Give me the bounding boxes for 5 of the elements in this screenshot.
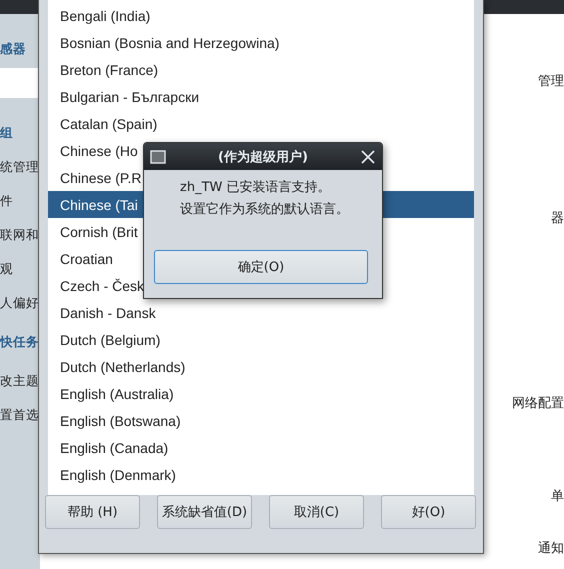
sidebar-heading: 组 <box>0 124 13 142</box>
sidebar-title: 感器 <box>0 41 27 58</box>
message-text: 设置它作为系统的默认语言。 <box>180 201 350 218</box>
dialog-title: (作为超级用户) <box>217 148 309 166</box>
message-text: zh_TW 已安装语言支持。 <box>180 179 332 196</box>
